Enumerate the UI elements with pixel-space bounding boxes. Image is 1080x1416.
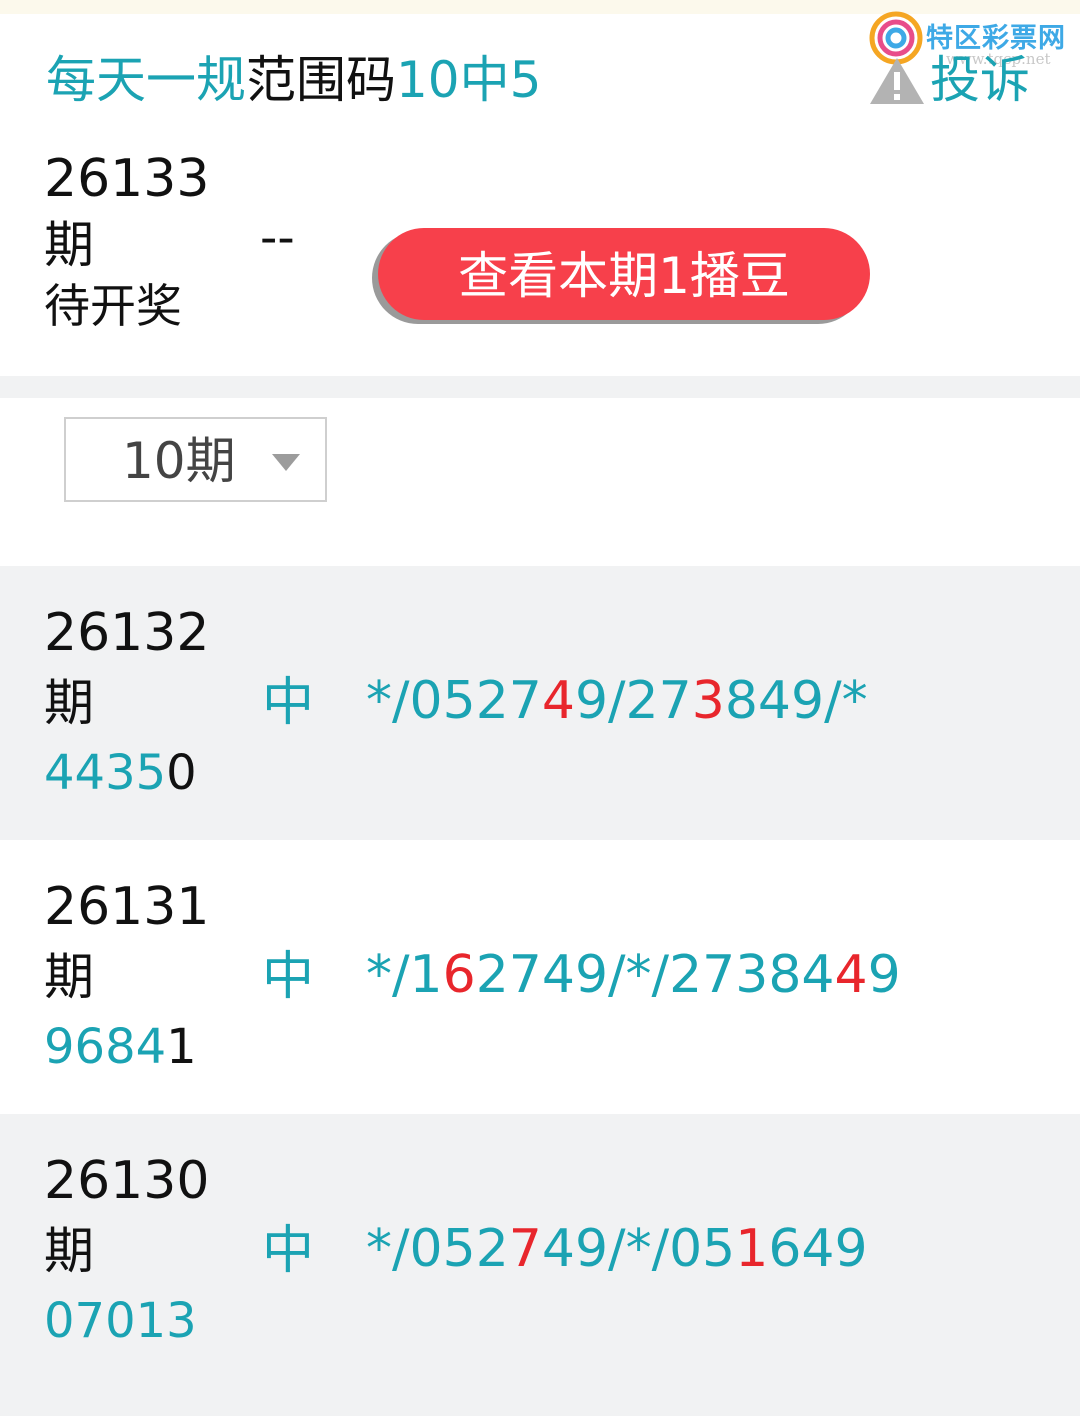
pattern-part: 6 xyxy=(442,945,476,1005)
record-hit-status: 中 xyxy=(262,947,315,1007)
pattern-part: 9/27 xyxy=(574,671,692,731)
title-part: 10中5 xyxy=(396,51,542,109)
record-issue-number: 26130 xyxy=(44,1151,210,1211)
record-result: 96841 xyxy=(44,1014,197,1080)
warning-triangle-icon xyxy=(870,58,924,104)
pattern-part: 649 xyxy=(768,1219,868,1279)
record-issue-suffix: 期 xyxy=(44,1222,94,1280)
pattern-part: 849/* xyxy=(724,671,868,731)
title-part: 每天一规 xyxy=(46,51,246,109)
title-part: 范围码 xyxy=(246,51,396,109)
result-part: 9684 xyxy=(44,1019,167,1075)
section-divider xyxy=(0,376,1080,398)
complain-label: 投诉 xyxy=(930,51,1030,109)
current-issue-number: 26133 xyxy=(44,149,210,209)
pattern-part: */052 xyxy=(366,1219,509,1279)
record-pattern: */052749/*/051649 xyxy=(366,1216,868,1282)
pattern-part: 7 xyxy=(508,1219,542,1279)
record-issue-suffix: 期 xyxy=(44,674,94,732)
pattern-part: */0527 xyxy=(366,671,542,731)
record-hit-status: 中 xyxy=(262,1221,315,1281)
pattern-part: 9 xyxy=(867,945,901,1005)
caret-down-icon xyxy=(272,454,300,471)
record-result: 07013 xyxy=(44,1288,197,1354)
current-issue-suffix: 期 xyxy=(44,216,94,274)
record-row[interactable]: 26132 期 44350 中 */052749/273849/* xyxy=(0,566,1080,840)
record-row[interactable]: 26130 期 07013 中 */052749/*/051649 xyxy=(0,1114,1080,1388)
pattern-part: 2749/*/27384 xyxy=(475,945,835,1005)
result-part: 0 xyxy=(166,745,197,801)
pattern-part: */1 xyxy=(366,945,443,1005)
current-result: -- xyxy=(260,210,295,266)
period-select[interactable]: 10期 xyxy=(64,417,327,502)
record-pattern: */052749/273849/* xyxy=(366,668,868,734)
record-hit-status: 中 xyxy=(262,673,315,733)
record-issue-number: 26132 xyxy=(44,603,210,663)
pattern-part: 4 xyxy=(834,945,868,1005)
pattern-part: 49/*/05 xyxy=(541,1219,736,1279)
record-issue-suffix: 期 xyxy=(44,948,94,1006)
record-row[interactable]: 26131 期 96841 中 */162749/*/2738449 xyxy=(0,840,1080,1114)
record-issue-number: 26131 xyxy=(44,877,210,937)
pattern-part: 1 xyxy=(735,1219,769,1279)
bottom-divider xyxy=(0,1386,1080,1416)
result-part: 07013 xyxy=(44,1293,197,1349)
record-pattern: */162749/*/2738449 xyxy=(366,942,901,1008)
record-result: 44350 xyxy=(44,740,197,806)
period-select-value: 10期 xyxy=(122,432,236,490)
page-title: 每天一规范围码10中5 xyxy=(46,44,541,116)
view-current-button[interactable]: 查看本期1播豆 xyxy=(378,228,870,320)
current-status: 待开奖 xyxy=(44,279,182,333)
result-part: 1 xyxy=(166,1019,197,1075)
result-part: 4435 xyxy=(44,745,167,801)
pattern-part: 4 xyxy=(541,671,575,731)
pattern-part: 3 xyxy=(691,671,725,731)
